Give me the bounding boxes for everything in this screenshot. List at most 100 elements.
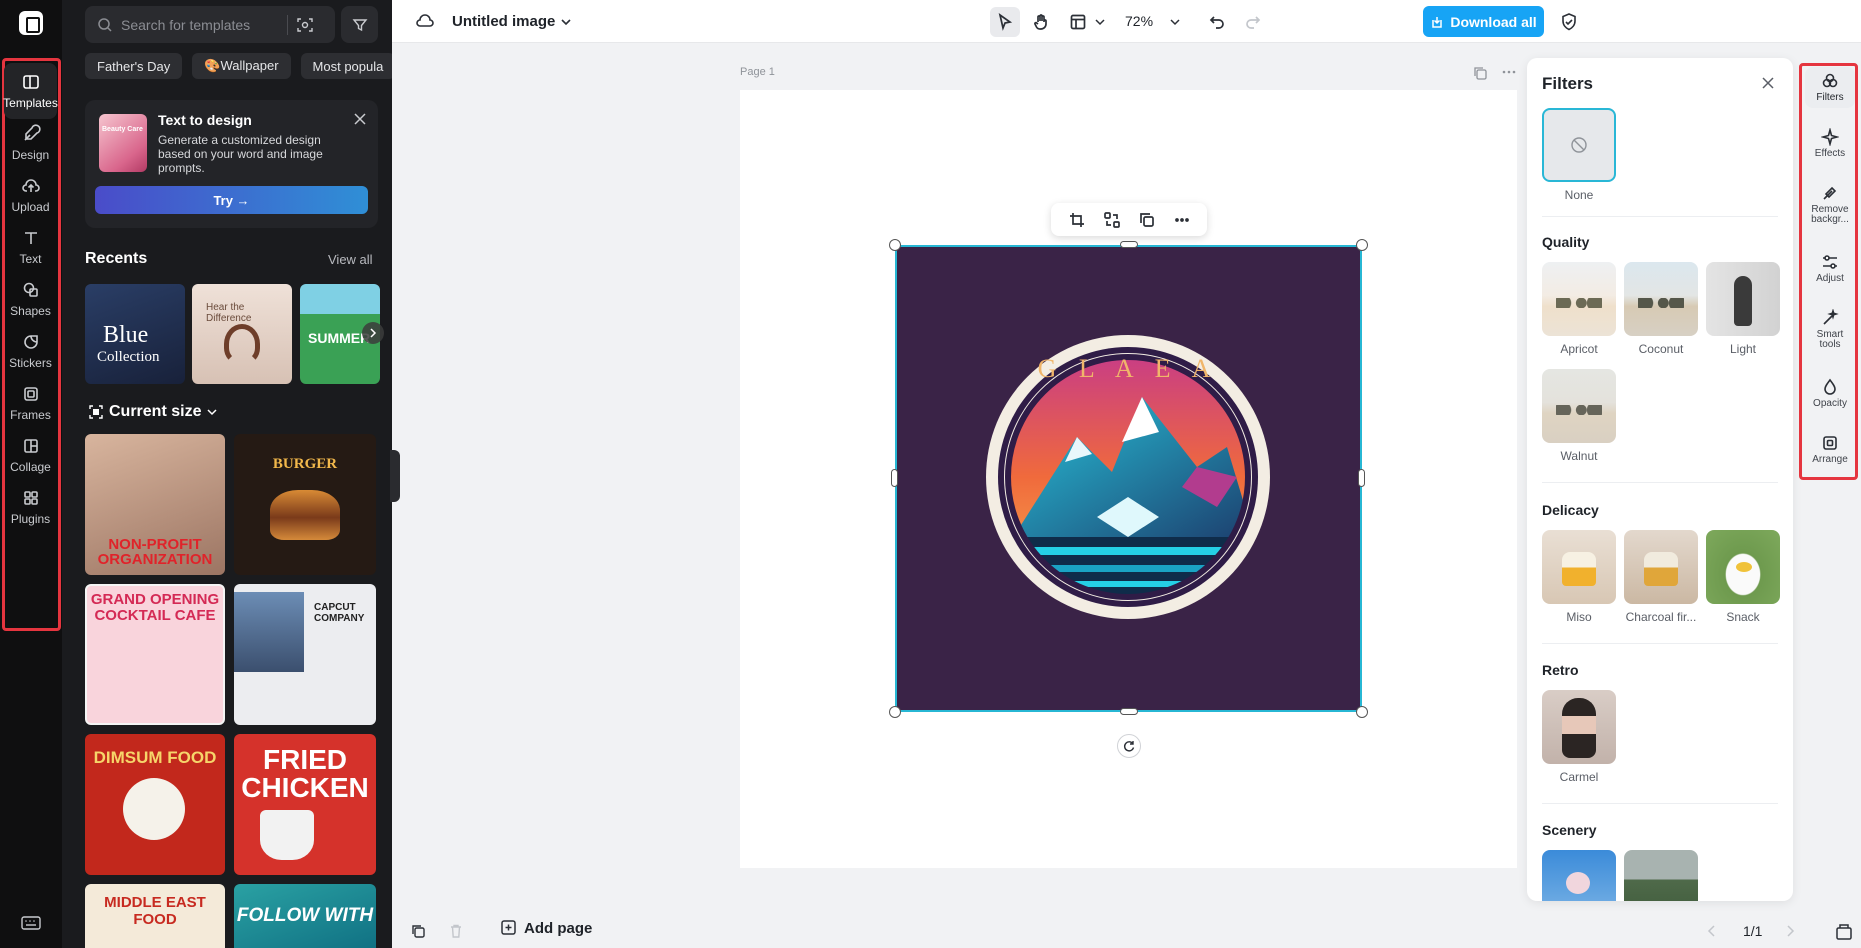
resize-handle-br[interactable] — [1356, 706, 1368, 718]
redo-button[interactable] — [1238, 7, 1268, 37]
panel-collapse-handle[interactable] — [390, 450, 400, 502]
hand-tool-button[interactable] — [1026, 7, 1056, 37]
select-tool-button[interactable] — [990, 7, 1020, 37]
template-title: NON-PROFIT ORGANIZATION — [97, 536, 213, 568]
effects-icon — [1821, 128, 1839, 146]
download-all-button[interactable]: Download all — [1423, 6, 1544, 37]
more-icon[interactable] — [1173, 211, 1191, 229]
resize-handle-tr[interactable] — [1356, 239, 1368, 251]
recents-next-button[interactable] — [362, 322, 384, 344]
close-icon[interactable] — [353, 112, 367, 126]
shield-icon[interactable] — [1559, 12, 1579, 32]
template-card[interactable]: GRAND OPENING COCKTAIL CAFE — [85, 584, 225, 725]
rail-item-text[interactable]: Text — [4, 219, 57, 275]
chevron-down-icon[interactable] — [1170, 17, 1180, 27]
filter-carmel[interactable]: Carmel — [1542, 690, 1616, 784]
rail-item-templates[interactable]: Templates — [3, 63, 58, 119]
tool-remove-background[interactable]: Remove backgr... — [1805, 179, 1855, 230]
copy-page-icon[interactable] — [410, 923, 426, 939]
more-icon[interactable] — [1500, 63, 1518, 81]
filter-light[interactable]: Light — [1706, 262, 1780, 356]
rail-item-label: Stickers — [9, 356, 52, 370]
add-page-button[interactable]: Add page — [500, 919, 592, 937]
filter-walnut[interactable]: Walnut — [1542, 369, 1616, 463]
divider — [1542, 482, 1778, 483]
rail-item-upload[interactable]: Upload — [4, 167, 57, 223]
view-all-link[interactable]: View all — [328, 252, 373, 267]
close-icon[interactable] — [1761, 76, 1775, 90]
template-filter-button[interactable] — [341, 6, 378, 43]
filter-snack[interactable]: Snack — [1706, 530, 1780, 624]
filter-apricot[interactable]: Apricot — [1542, 262, 1616, 356]
tool-filters[interactable]: Filters — [1805, 67, 1855, 108]
template-card[interactable]: BURGER — [234, 434, 376, 575]
filter-charcoal[interactable]: Charcoal fir... — [1624, 530, 1698, 624]
pages-panel-icon[interactable] — [1835, 923, 1853, 941]
template-card[interactable]: DIMSUM FOOD — [85, 734, 225, 875]
rail-item-collage[interactable]: Collage — [4, 427, 57, 483]
resize-handle-bottom[interactable] — [1120, 708, 1138, 715]
divider — [1542, 803, 1778, 804]
crop-icon[interactable] — [1068, 211, 1086, 229]
trash-icon[interactable] — [448, 923, 464, 939]
replace-icon[interactable] — [1103, 211, 1121, 229]
filter-label: Walnut — [1560, 449, 1598, 463]
rail-item-design[interactable]: Design — [4, 115, 57, 171]
cloud-sync-icon[interactable] — [415, 11, 435, 31]
try-button[interactable]: Try → — [95, 186, 368, 214]
templates-icon — [22, 75, 39, 89]
chevron-down-icon[interactable] — [1095, 17, 1105, 27]
keyboard-icon[interactable] — [20, 913, 42, 933]
tool-adjust[interactable]: Adjust — [1805, 248, 1855, 289]
resize-handle-bl[interactable] — [889, 706, 901, 718]
chip-most-popular[interactable]: Most popula — [300, 53, 392, 79]
tool-effects[interactable]: Effects — [1805, 123, 1855, 164]
resize-handle-top[interactable] — [1120, 241, 1138, 248]
page-counter: 1/1 — [1743, 923, 1763, 939]
template-card[interactable]: CAPCUT COMPANY — [234, 584, 376, 725]
rotate-handle[interactable] — [1117, 734, 1141, 758]
chevron-down-icon[interactable] — [560, 16, 572, 28]
templates-panel: Father's Day 🎨Wallpaper Most popula Beau… — [62, 0, 392, 948]
filter-none[interactable]: None — [1542, 108, 1616, 202]
duplicate-icon[interactable] — [1138, 211, 1156, 229]
template-card[interactable]: MIDDLE EAST FOOD — [85, 884, 225, 948]
template-card[interactable]: FRIED CHICKEN — [234, 734, 376, 875]
resize-handle-tl[interactable] — [889, 239, 901, 251]
filter-miso[interactable]: Miso — [1542, 530, 1616, 624]
layout-button[interactable] — [1063, 7, 1093, 37]
undo-button[interactable] — [1202, 7, 1232, 37]
template-card[interactable]: NON-PROFIT ORGANIZATION — [85, 434, 225, 575]
resize-handle-left[interactable] — [891, 469, 898, 487]
filter-coconut[interactable]: Coconut — [1624, 262, 1698, 356]
filter-label: Carmel — [1559, 770, 1599, 784]
selected-image[interactable]: G L A E A — [895, 245, 1362, 712]
resize-handle-right[interactable] — [1358, 469, 1365, 487]
rail-item-stickers[interactable]: Stickers — [4, 323, 57, 379]
rail-item-shapes[interactable]: Shapes — [4, 271, 57, 327]
document-title[interactable]: Untitled image — [452, 13, 555, 30]
tool-arrange[interactable]: Arrange — [1805, 429, 1855, 470]
filter-scenery-1[interactable] — [1542, 850, 1616, 901]
zoom-level[interactable]: 72% — [1125, 13, 1153, 29]
filter-scenery-2[interactable] — [1624, 850, 1698, 901]
tool-smart-tools[interactable]: Smart tools — [1805, 304, 1855, 355]
search-input[interactable] — [121, 16, 279, 33]
tool-opacity[interactable]: Opacity — [1805, 373, 1855, 414]
stickers-icon — [23, 335, 38, 349]
recent-item[interactable]: Hear the Difference — [192, 284, 292, 384]
arrange-icon — [1823, 436, 1837, 450]
current-size-toggle[interactable]: Current size — [89, 403, 217, 421]
app-logo[interactable] — [19, 11, 43, 35]
template-card[interactable]: FOLLOW WITH — [234, 884, 376, 948]
chevron-left-icon[interactable] — [1705, 924, 1719, 938]
text-icon — [24, 232, 37, 244]
image-search-icon[interactable] — [296, 16, 314, 34]
recent-item[interactable]: Blue Collection — [85, 284, 185, 384]
duplicate-page-icon[interactable] — [1472, 65, 1488, 81]
chevron-right-icon[interactable] — [1783, 924, 1797, 938]
rail-item-plugins[interactable]: Plugins — [4, 479, 57, 535]
chip-wallpaper[interactable]: 🎨Wallpaper — [192, 53, 291, 79]
rail-item-frames[interactable]: Frames — [4, 375, 57, 431]
chip-fathers-day[interactable]: Father's Day — [85, 53, 183, 79]
